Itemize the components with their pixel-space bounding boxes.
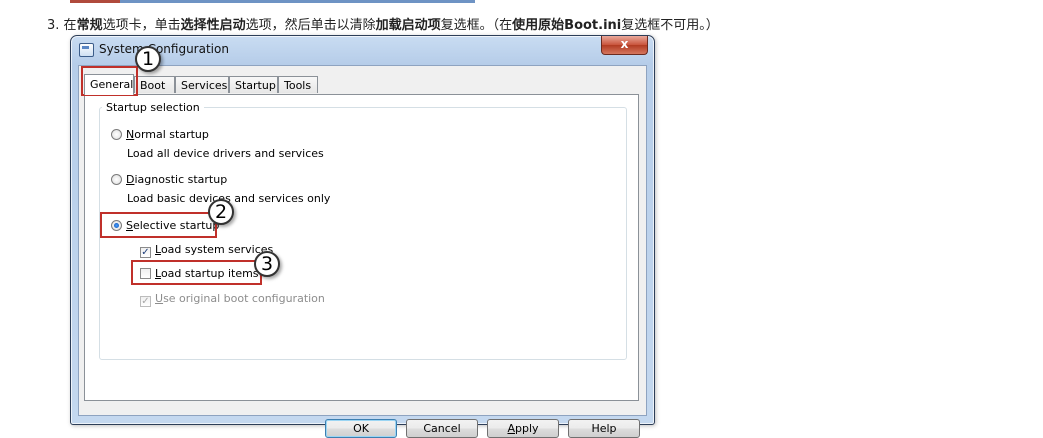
- instruction-bold-boot-ini: 使用原始Boot.ini: [512, 18, 622, 33]
- tab-general[interactable]: General: [84, 74, 134, 95]
- instruction-bold-startup-items: 加载启动项: [375, 18, 441, 33]
- dialog-client-area: General Boot Services Startup Tools Star…: [78, 65, 647, 438]
- top-edge-strip-blue: [120, 0, 475, 3]
- radio-button-off: [111, 129, 122, 140]
- apply-label: pply: [515, 422, 539, 435]
- instruction-part: 选项，然后单击以清除: [245, 18, 376, 33]
- instruction-part: 选项卡，单击: [102, 18, 181, 33]
- diagnostic-startup-label: iagnostic startup: [134, 173, 228, 186]
- window-title: System Configuration: [99, 42, 229, 56]
- checkmark-icon: ✓: [140, 247, 151, 258]
- tab-tools[interactable]: Tools: [278, 76, 318, 93]
- tab-services[interactable]: Services: [175, 76, 229, 93]
- diagnostic-startup-radio[interactable]: Diagnostic startup: [111, 173, 227, 186]
- step-number: 3.: [47, 18, 60, 33]
- mnemonic: U: [155, 292, 164, 305]
- apply-button[interactable]: Apply: [487, 419, 559, 438]
- close-button[interactable]: x: [601, 36, 648, 55]
- close-icon: x: [620, 37, 629, 51]
- cancel-button[interactable]: Cancel: [406, 419, 478, 438]
- tab-startup[interactable]: Startup: [229, 76, 278, 93]
- callout-number-3: 3: [254, 251, 280, 277]
- startup-selection-legend: Startup selection: [102, 101, 204, 114]
- ok-button[interactable]: OK: [325, 419, 397, 438]
- mnemonic: A: [507, 422, 515, 435]
- instruction-part: 复选框。（在: [440, 18, 513, 33]
- callout-number-2: 2: [208, 199, 234, 225]
- top-edge-strip-red: [70, 0, 120, 3]
- general-tab-panel: Startup selection Normal startup Load al…: [84, 94, 639, 401]
- highlight-box-selective-startup: [100, 212, 217, 238]
- mnemonic: N: [126, 128, 135, 141]
- highlight-box-load-startup-items: [131, 260, 262, 285]
- load-system-services-checkbox[interactable]: ✓ Load system services: [140, 243, 273, 258]
- checkmark-icon: ✓: [140, 296, 151, 307]
- use-original-boot-checkbox: ✓ Use original boot configuration: [140, 292, 325, 307]
- instruction-part: 复选框不可用。）: [621, 18, 719, 33]
- normal-startup-description: Load all device drivers and services: [127, 147, 324, 160]
- help-button[interactable]: Help: [568, 419, 640, 438]
- instruction-bold-general: 常规: [76, 18, 103, 33]
- instruction-text: 3. 在常规选项卡，单击选择性启动选项，然后单击以清除加载启动项复选框。（在使用…: [47, 14, 719, 33]
- radio-button-off: [111, 174, 122, 185]
- normal-startup-radio[interactable]: Normal startup: [111, 128, 209, 141]
- instruction-bold-selective: 选择性启动: [180, 18, 246, 33]
- msconfig-icon: [79, 43, 94, 57]
- load-system-services-label: oad system services: [160, 243, 274, 256]
- tab-boot[interactable]: Boot: [134, 76, 175, 93]
- normal-startup-label: ormal startup: [134, 128, 209, 141]
- callout-number-1: 1: [135, 46, 161, 72]
- instruction-part: 在: [63, 18, 77, 33]
- use-original-boot-label: se original boot configuration: [163, 292, 325, 305]
